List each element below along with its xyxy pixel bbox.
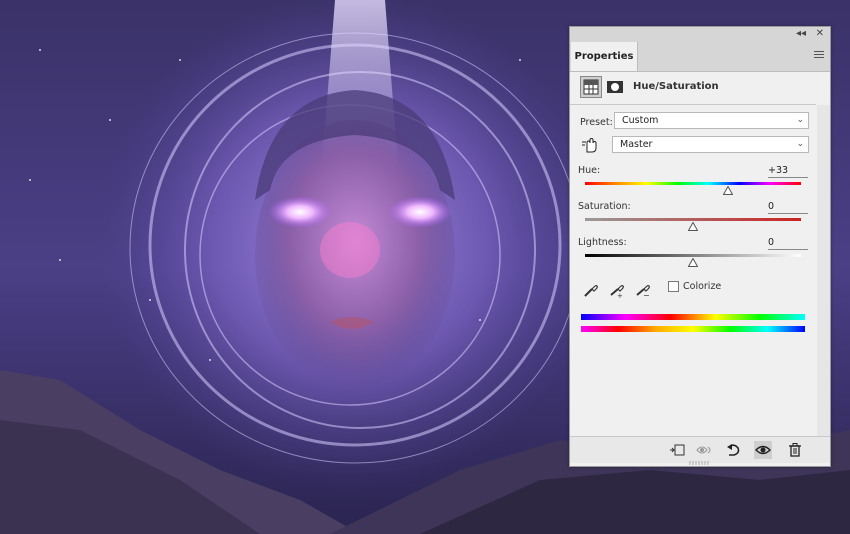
layer-mask-icon[interactable] bbox=[606, 78, 624, 96]
colorize-checkbox[interactable] bbox=[668, 281, 679, 292]
hue-slider-track[interactable] bbox=[585, 182, 801, 185]
trash-icon[interactable] bbox=[786, 441, 804, 459]
lightness-label: Lightness: bbox=[578, 237, 627, 248]
divider bbox=[570, 104, 816, 105]
output-color-spectrum bbox=[581, 326, 805, 332]
close-icon[interactable]: ✕ bbox=[816, 28, 824, 40]
saturation-slider-thumb[interactable] bbox=[688, 222, 698, 231]
preset-value: Custom bbox=[622, 115, 659, 126]
panel-tab-row: Properties bbox=[570, 42, 830, 72]
hue-label: Hue: bbox=[578, 165, 601, 176]
input-color-spectrum bbox=[581, 314, 805, 320]
lightness-slider-track[interactable] bbox=[585, 254, 801, 257]
targeted-adjustment-hand-icon[interactable] bbox=[580, 136, 602, 154]
panel-scrollbar[interactable] bbox=[817, 105, 830, 436]
hue-slider-thumb[interactable] bbox=[722, 186, 733, 195]
panel-footer bbox=[570, 436, 830, 463]
eyedropper-plus-icon[interactable]: + bbox=[608, 281, 626, 299]
reset-icon[interactable] bbox=[724, 441, 742, 459]
channel-select[interactable]: Master ⌄ bbox=[612, 136, 809, 153]
view-previous-state-icon[interactable] bbox=[696, 441, 714, 459]
hue-value-field[interactable]: +33 bbox=[768, 164, 808, 178]
panel-titlebar[interactable]: ◂◂ ✕ bbox=[570, 27, 830, 43]
clip-to-layer-icon[interactable] bbox=[668, 441, 686, 459]
eyedropper-minus-icon[interactable]: − bbox=[634, 281, 652, 299]
visibility-eye-icon[interactable] bbox=[754, 441, 772, 459]
eyedropper-icon[interactable] bbox=[582, 281, 600, 299]
saturation-value-field[interactable]: 0 bbox=[768, 200, 808, 214]
saturation-label: Saturation: bbox=[578, 201, 631, 212]
hamburger-menu-icon[interactable] bbox=[814, 51, 824, 60]
properties-panel: ◂◂ ✕ Properties Hue/Saturation Preset: C… bbox=[569, 26, 831, 467]
svg-text:−: − bbox=[643, 291, 650, 299]
preset-label: Preset: bbox=[580, 117, 613, 128]
tab-properties[interactable]: Properties bbox=[571, 42, 638, 71]
adjustment-title: Hue/Saturation bbox=[633, 81, 719, 92]
panel-resize-grip[interactable] bbox=[688, 461, 710, 465]
chevron-down-icon: ⌄ bbox=[796, 115, 804, 125]
svg-text:+: + bbox=[617, 292, 623, 299]
hue-saturation-layer-icon[interactable] bbox=[580, 76, 602, 98]
saturation-slider-track[interactable] bbox=[585, 218, 801, 221]
channel-value: Master bbox=[620, 139, 653, 150]
colorize-label: Colorize bbox=[683, 281, 722, 292]
double-chevron-left-icon[interactable]: ◂◂ bbox=[796, 28, 806, 40]
lightness-value-field[interactable]: 0 bbox=[768, 236, 808, 250]
adjustment-header: Hue/Saturation bbox=[570, 72, 830, 102]
lightness-slider-thumb[interactable] bbox=[688, 258, 698, 267]
preset-select[interactable]: Custom ⌄ bbox=[614, 112, 809, 129]
chevron-down-icon: ⌄ bbox=[796, 139, 804, 149]
